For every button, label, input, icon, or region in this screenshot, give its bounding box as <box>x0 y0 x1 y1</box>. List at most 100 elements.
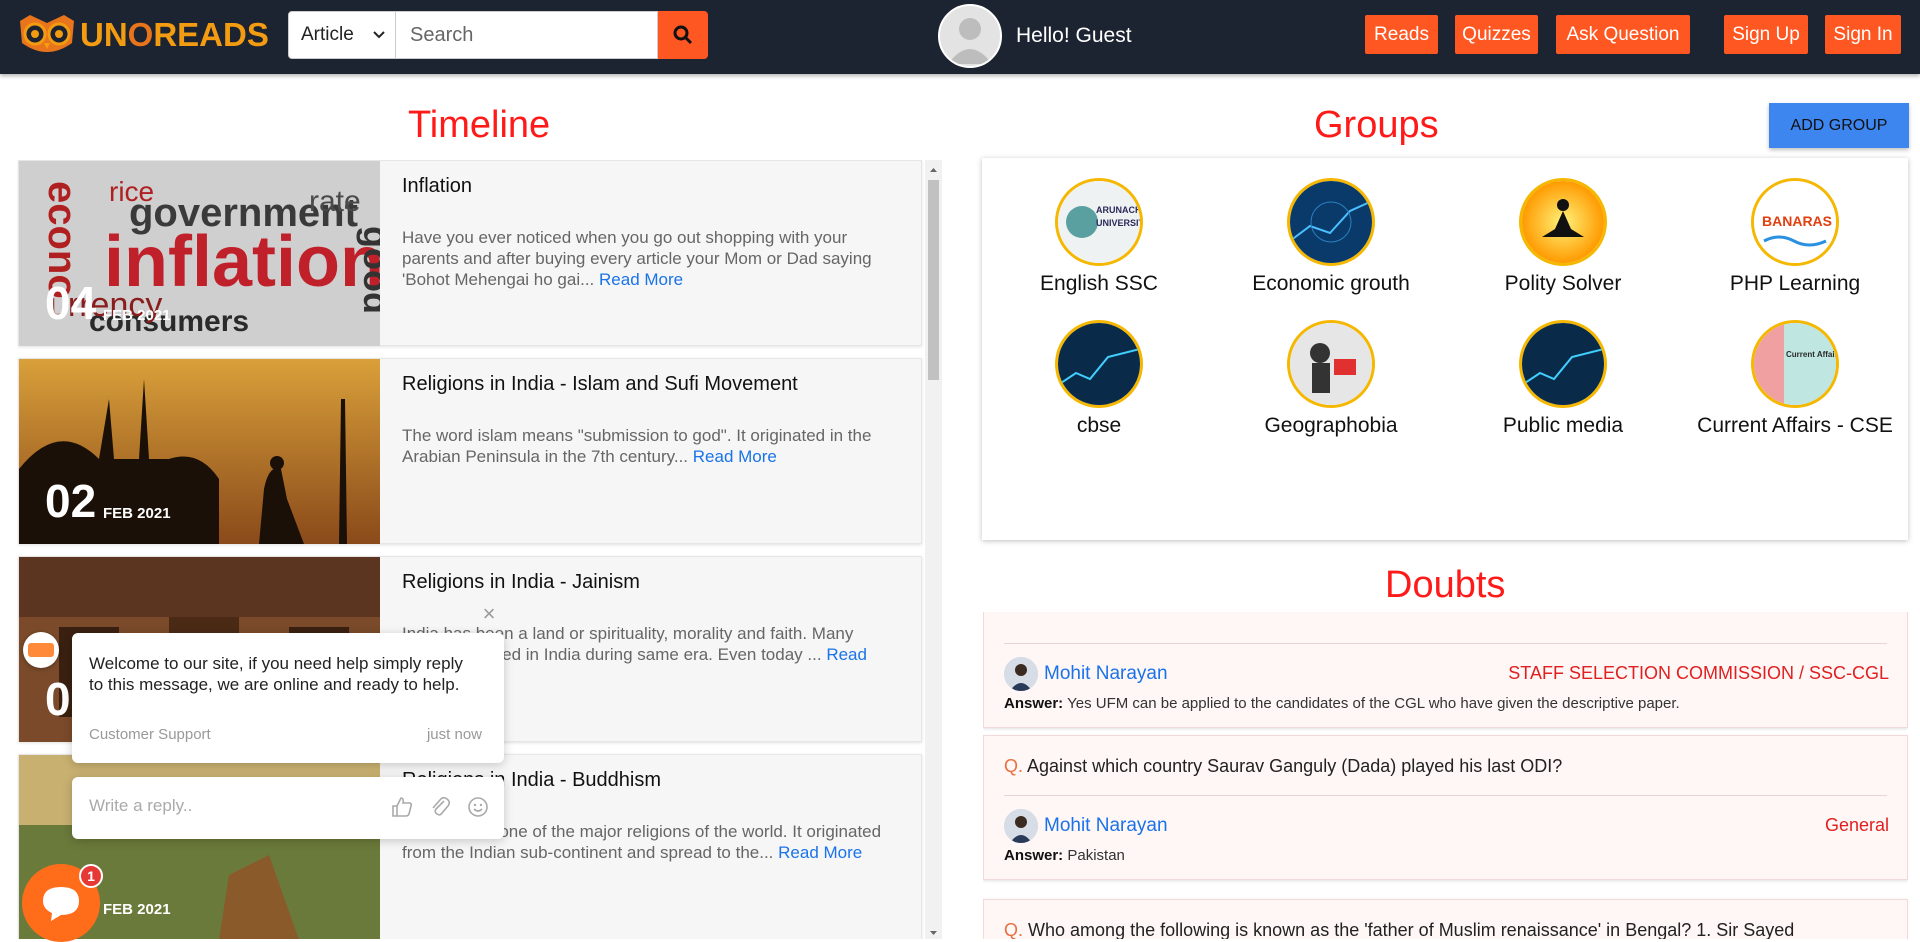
chat-timestamp: just now <box>426 726 482 743</box>
user-icon <box>948 18 992 64</box>
timeline-scrollbar[interactable] <box>925 160 942 939</box>
svg-text:rice: rice <box>109 176 154 207</box>
avatar[interactable] <box>938 4 1002 68</box>
sign-in-button[interactable]: Sign In <box>1825 15 1901 54</box>
post-day: 02 <box>45 475 97 527</box>
timeline-card-inflation[interactable]: government inflation rate consumers urre… <box>18 160 922 346</box>
group-avatar <box>1287 178 1375 266</box>
user-greeting: Hello! Guest <box>938 4 1132 68</box>
doubt-category[interactable]: STAFF SELECTION COMMISSION / SSC-CGL <box>1508 663 1889 684</box>
group-name: Polity Solver <box>1504 272 1622 295</box>
ask-question-button[interactable]: Ask Question <box>1556 15 1690 54</box>
timeline-card-islam[interactable]: 02 FEB 2021 Religions in India - Islam a… <box>18 358 922 544</box>
group-avatar <box>1287 320 1375 408</box>
doubts-heading: Doubts <box>1385 564 1506 606</box>
group-avatar <box>1519 320 1607 408</box>
attachment-icon[interactable] <box>428 795 452 819</box>
divider <box>1004 643 1887 644</box>
avatar <box>1004 657 1038 691</box>
post-day: 0 <box>45 673 71 725</box>
quizzes-button[interactable]: Quizzes <box>1455 15 1538 54</box>
doubt-question[interactable]: Q. Against which country Saurav Ganguly … <box>1004 756 1562 777</box>
chevron-down-icon <box>373 31 385 39</box>
reads-button[interactable]: Reads <box>1365 15 1438 54</box>
group-name: Geographobia <box>1264 414 1398 437</box>
chat-agent-avatar <box>23 632 59 668</box>
doubt-card[interactable]: Q. Who among the following is known as t… <box>983 899 1908 939</box>
add-group-button[interactable]: ADD GROUP <box>1769 103 1909 148</box>
top-navbar: UNOREADS Article Hello! Guest Reads Quiz… <box>0 0 1920 74</box>
group-avatar: BANARAS <box>1751 178 1839 266</box>
group-item[interactable]: Public media <box>1448 320 1678 438</box>
group-item[interactable]: BANARAS PHP Learning <box>1680 178 1910 296</box>
search-icon <box>673 25 693 45</box>
group-avatar: ARUNACHAL UNIVERSITY <box>1055 178 1143 266</box>
reply-input[interactable]: Write a reply.. <box>89 796 192 816</box>
reply-actions <box>390 795 490 819</box>
doubt-question[interactable]: Q. Who among the following is known as t… <box>1004 920 1884 939</box>
svg-text:ARUNACHAL: ARUNACHAL <box>1096 205 1140 215</box>
divider <box>1004 795 1887 796</box>
post-title[interactable]: Religions in India - Islam and Sufi Move… <box>402 373 798 396</box>
read-more-link[interactable]: Read More <box>693 447 777 466</box>
doubt-author[interactable]: Mohit Narayan <box>1004 809 1168 843</box>
post-title[interactable]: Religions in India - Jainism <box>402 571 640 594</box>
close-icon[interactable]: × <box>479 603 499 625</box>
chat-message-bubble: Welcome to our site, if you need help si… <box>72 633 504 763</box>
post-month: FEB 2021 <box>103 505 171 522</box>
read-more-link[interactable]: Read More <box>599 270 683 289</box>
chat-bubble-icon <box>43 887 79 921</box>
unread-badge: 1 <box>79 864 103 888</box>
group-name: Current Affairs - CSE <box>1697 414 1893 437</box>
sign-up-button[interactable]: Sign Up <box>1724 15 1808 54</box>
scroll-down-icon <box>930 931 937 935</box>
search-input[interactable] <box>396 11 658 59</box>
post-thumbnail[interactable]: government inflation rate consumers urre… <box>19 161 380 346</box>
group-name: PHP Learning <box>1729 272 1861 295</box>
doubts-list: Mohit Narayan STAFF SELECTION COMMISSION… <box>983 612 1908 939</box>
scroll-up-icon <box>930 168 937 172</box>
author-name[interactable]: Mohit Narayan <box>1044 663 1168 685</box>
doubt-answer: Answer: Yes UFM can be applied to the ca… <box>1004 695 1680 712</box>
group-name: cbse <box>1076 414 1122 437</box>
chat-reply-box[interactable]: Write a reply.. <box>72 777 504 839</box>
logo-text: UNOREADS <box>80 16 269 53</box>
svg-text:good: good <box>356 226 380 314</box>
group-item[interactable]: Geographobia <box>1216 320 1446 438</box>
emoji-icon[interactable] <box>466 795 490 819</box>
search-button[interactable] <box>658 11 708 59</box>
owl-logo-icon <box>20 15 74 52</box>
groups-panel: ARUNACHAL UNIVERSITY English SSC Economic… <box>982 158 1908 540</box>
group-item[interactable]: cbse <box>984 320 1214 438</box>
doubt-answer: Answer: Pakistan <box>1004 847 1125 864</box>
post-excerpt: The word islam means "submission to god"… <box>402 426 872 466</box>
group-item[interactable]: ARUNACHAL UNIVERSITY English SSC <box>984 178 1214 296</box>
svg-text:BANARAS: BANARAS <box>1762 213 1832 229</box>
scroll-thumb[interactable] <box>928 180 939 380</box>
group-item[interactable]: Polity Solver <box>1448 178 1678 296</box>
svg-text:rate: rate <box>309 185 361 218</box>
group-item[interactable]: Economic grouth <box>1216 178 1446 296</box>
group-avatar <box>1519 178 1607 266</box>
author-name[interactable]: Mohit Narayan <box>1044 815 1168 837</box>
search-type-select[interactable]: Article <box>288 11 396 59</box>
svg-text:Current Affairs: Current Affairs <box>1786 350 1836 359</box>
chat-sender: Customer Support <box>89 726 211 743</box>
timeline-heading: Timeline <box>408 104 551 146</box>
read-more-link[interactable]: Read More <box>778 843 862 862</box>
avatar <box>1004 809 1038 843</box>
doubt-category[interactable]: General <box>1825 815 1889 836</box>
post-day: 04 <box>45 277 97 329</box>
group-avatar <box>1055 320 1143 408</box>
site-logo[interactable]: UNOREADS <box>16 12 269 58</box>
post-thumbnail[interactable]: 02 FEB 2021 <box>19 359 380 544</box>
doubt-author[interactable]: Mohit Narayan <box>1004 657 1168 691</box>
post-month: FEB 2021 <box>103 307 171 324</box>
thumbs-up-icon[interactable] <box>390 795 414 819</box>
svg-text:UNIVERSITY: UNIVERSITY <box>1096 218 1140 228</box>
group-item[interactable]: Current Affairs Current Affairs - CSE <box>1680 320 1910 438</box>
post-title[interactable]: Inflation <box>402 175 472 198</box>
doubt-card[interactable]: Q. Against which country Saurav Ganguly … <box>983 735 1908 880</box>
doubt-card[interactable]: Mohit Narayan STAFF SELECTION COMMISSION… <box>983 612 1908 728</box>
group-name: English SSC <box>1040 272 1158 295</box>
